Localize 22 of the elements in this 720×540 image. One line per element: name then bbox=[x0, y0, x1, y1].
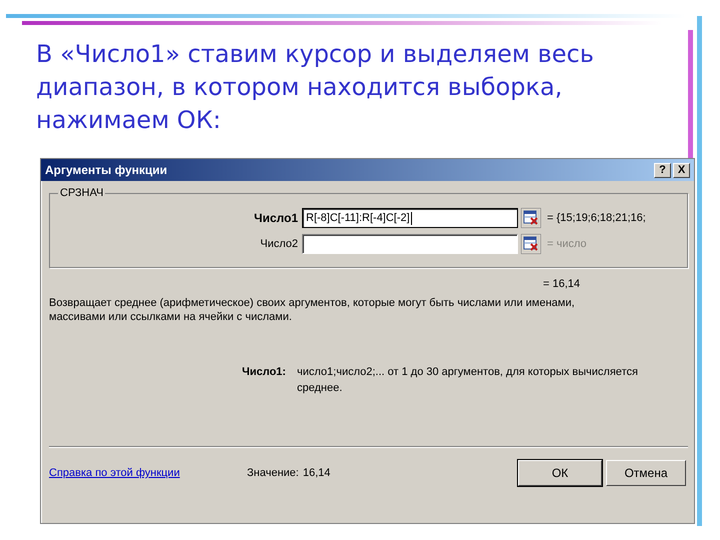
argument-result: = число bbox=[547, 238, 587, 250]
argument-label: Число1 bbox=[253, 211, 299, 225]
function-description: Возвращает среднее (арифметическое) своих аргументов, которые могут быть числами или именами, массивами или ссылками на ячейки с числами. bbox=[49, 296, 576, 324]
range-select-icon[interactable] bbox=[521, 234, 541, 254]
argument-label: Число2 bbox=[259, 238, 299, 250]
argument-field[interactable]: R[-8]C[-11]:R[-4]C[-2] bbox=[302, 208, 518, 228]
value-label: Значение: bbox=[247, 467, 299, 479]
close-button[interactable]: X bbox=[673, 162, 690, 178]
help-button[interactable]: ? bbox=[654, 162, 671, 178]
argument-help-label: Число1: bbox=[242, 365, 287, 380]
argument-field[interactable] bbox=[302, 234, 518, 254]
window-title: Аргументы функции bbox=[45, 163, 168, 177]
argument-help-text: число1;число2;... от 1 до 30 аргументов, для которых вычисляется среднее. bbox=[297, 365, 639, 396]
ok-button[interactable]: ОК bbox=[518, 460, 602, 486]
cancel-button[interactable]: Отмена bbox=[606, 460, 686, 486]
slide-title: В «Число1» ставим курсор и выделяем весь диапазон, в котором находится выборка, нажимаем ОК: bbox=[36, 39, 595, 136]
formula-result: = 16,14 bbox=[543, 278, 580, 290]
function-name: СРЗНАЧ bbox=[59, 187, 104, 199]
help-link[interactable]: Справка по этой функции bbox=[49, 467, 247, 479]
value-text: 16,14 bbox=[302, 467, 332, 479]
argument-result: = {15;19;6;18;21;16; bbox=[547, 212, 646, 224]
range-select-icon[interactable] bbox=[521, 208, 541, 228]
